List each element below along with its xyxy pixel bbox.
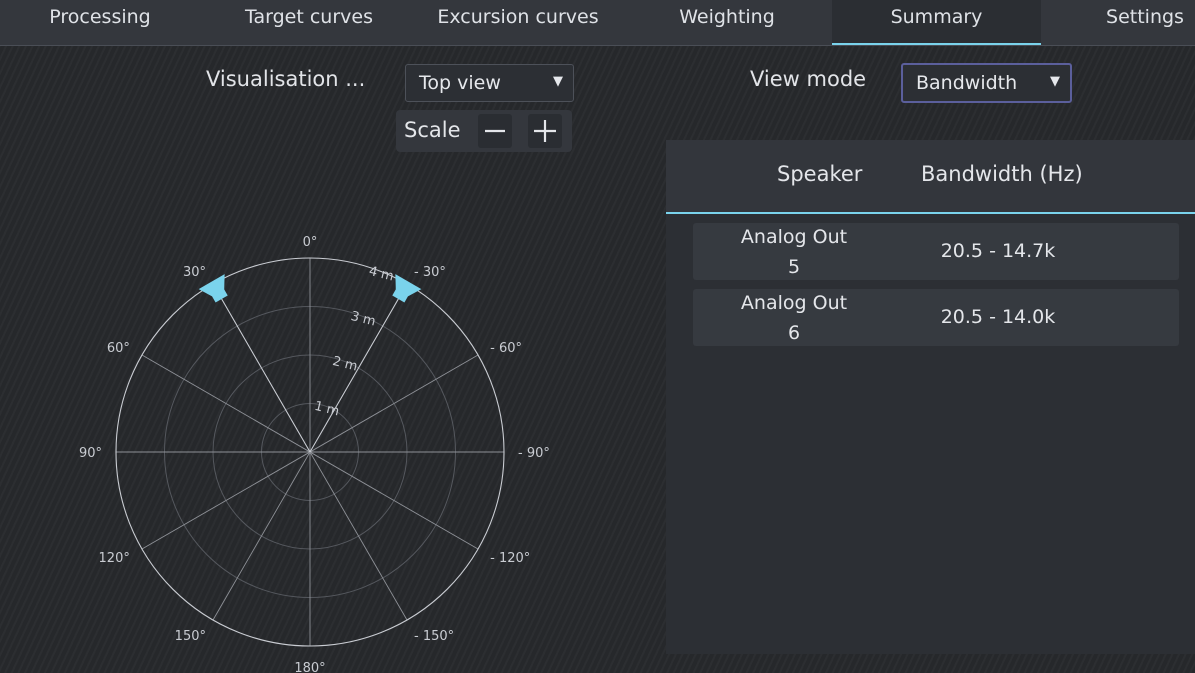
bandwidth-cell: 20.5 - 14.0k: [940, 306, 1056, 328]
angle-label-minus-30: - 30°: [414, 265, 446, 280]
summary-table-panel: Speaker Bandwidth (Hz) Analog Out 5 20.5…: [666, 140, 1195, 654]
visualisation-selected-value: Top view: [419, 72, 501, 94]
tab-label: Weighting: [679, 6, 775, 28]
tab-label: Settings: [1106, 6, 1184, 28]
view-mode-selected-value: Bandwidth: [916, 72, 1018, 94]
dropdown-arrow-icon: ▼: [1050, 74, 1060, 89]
visualisation-label: Visualisation ...: [206, 67, 366, 91]
tab-excursion-curves[interactable]: Excursion curves: [418, 0, 618, 45]
plus-icon: [534, 120, 556, 142]
angle-label-120: 120°: [99, 551, 130, 566]
tab-label: Target curves: [245, 6, 373, 28]
scale-label: Scale: [404, 118, 461, 142]
angle-label-minus-90: - 90°: [518, 446, 550, 461]
angle-label-minus-120: - 120°: [490, 551, 530, 566]
angle-label-150: 150°: [175, 629, 206, 644]
tab-bar: Processing Target curves Excursion curve…: [0, 0, 1195, 46]
zoom-out-button[interactable]: [478, 114, 512, 148]
view-mode-select[interactable]: Bandwidth ▼: [901, 63, 1072, 103]
tab-target-curves[interactable]: Target curves: [210, 0, 408, 45]
angle-label-0: 0°: [303, 235, 318, 250]
speaker-position-plot: 0° 30° - 30° 60° - 60° 90° - 90° 120° - …: [60, 225, 560, 673]
tab-processing[interactable]: Processing: [0, 0, 200, 45]
minus-icon: [485, 129, 505, 133]
tab-summary[interactable]: Summary: [832, 0, 1041, 45]
angle-label-minus-60: - 60°: [490, 341, 522, 356]
dropdown-arrow-icon: ▼: [553, 74, 563, 89]
table-row[interactable]: Analog Out 6 20.5 - 14.0k: [693, 289, 1179, 346]
distance-label-2m: 2 m: [331, 354, 359, 375]
distance-label-1m: 1 m: [313, 399, 341, 420]
tab-label: Excursion curves: [437, 6, 599, 28]
tab-settings[interactable]: Settings: [1045, 0, 1195, 45]
visualisation-select[interactable]: Top view ▼: [405, 64, 574, 102]
column-header-bandwidth: Bandwidth (Hz): [921, 162, 1083, 186]
distance-label-4m: 4 m: [367, 264, 395, 285]
speaker-name-cell: Analog Out 6: [740, 291, 848, 344]
distance-label-3m: 3 m: [349, 309, 377, 330]
scale-control: Scale: [396, 110, 572, 152]
angle-label-180: 180°: [294, 661, 325, 673]
angle-label-60: 60°: [107, 341, 130, 356]
column-header-speaker: Speaker: [777, 162, 863, 186]
angle-label-30: 30°: [183, 265, 206, 280]
table-row[interactable]: Analog Out 5 20.5 - 14.7k: [693, 223, 1179, 280]
angle-label-90: 90°: [79, 446, 102, 461]
view-mode-label: View mode: [750, 67, 867, 91]
speaker-name-cell: Analog Out 5: [740, 225, 848, 278]
table-header: Speaker Bandwidth (Hz): [666, 140, 1195, 214]
angle-label-minus-150: - 150°: [414, 629, 454, 644]
tab-label: Summary: [890, 6, 983, 28]
zoom-in-button[interactable]: [528, 114, 562, 148]
polar-plot-svg: 0° 30° - 30° 60° - 60° 90° - 90° 120° - …: [79, 235, 550, 673]
bandwidth-cell: 20.5 - 14.7k: [940, 240, 1056, 262]
tab-label: Processing: [49, 6, 151, 28]
tab-weighting[interactable]: Weighting: [626, 0, 828, 45]
